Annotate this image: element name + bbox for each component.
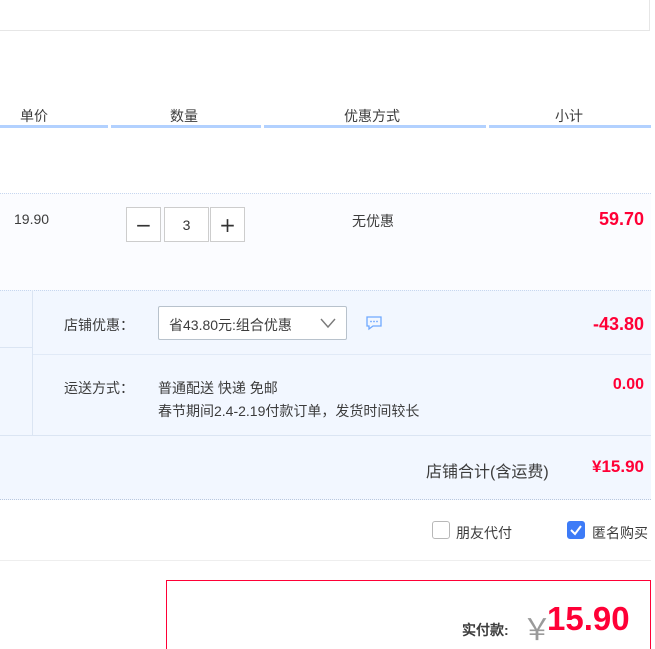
header-underline-price	[0, 125, 108, 128]
options-divider	[0, 560, 651, 561]
increase-quantity-button[interactable]: +	[210, 207, 245, 242]
promo-divider-vertical	[32, 290, 33, 435]
friend-pay-label[interactable]: 朋友代付	[456, 523, 512, 543]
shipping-label: 运送方式：	[64, 380, 134, 396]
item-unit-price: 19.90	[14, 211, 50, 227]
anonymous-checkbox[interactable]	[567, 521, 585, 539]
shop-promo-label: 店铺优惠：	[64, 317, 134, 333]
header-quantity-label: 数量	[170, 108, 198, 124]
friend-pay-checkbox[interactable]	[432, 521, 450, 539]
order-item-row	[0, 193, 651, 290]
top-input-box	[0, 0, 650, 31]
shop-total-section	[0, 435, 651, 500]
shipping-notice: 春节期间2.4-2.19付款订单，发货时间较长	[158, 403, 420, 419]
payment-label: 实付款:	[462, 622, 509, 638]
shop-promo-select[interactable]: 省43.80元:组合优惠	[158, 306, 347, 340]
anonymous-label[interactable]: 匿名购买	[592, 523, 648, 543]
decrease-quantity-button[interactable]: −	[126, 207, 161, 242]
shop-total-amount: ¥15.90	[592, 457, 644, 476]
shop-total-label: 店铺合计(含运费)	[426, 464, 549, 481]
quantity-input[interactable]	[164, 207, 209, 242]
promo-divider-tick	[0, 347, 32, 348]
checkmark-icon	[570, 525, 582, 536]
header-discount-method-label: 优惠方式	[344, 108, 400, 124]
message-icon[interactable]	[365, 315, 383, 331]
payment-amount: 15.90	[547, 600, 630, 637]
item-discount: 无优惠	[352, 213, 394, 229]
header-subtotal-label: 小计	[555, 108, 583, 124]
shipping-amount: 0.00	[612, 376, 644, 393]
shipping-method: 普通配送 快递 免邮	[158, 380, 278, 396]
header-underline-discount	[264, 125, 486, 128]
header-underline-subtotal	[489, 125, 651, 128]
promo-divider-horizontal	[33, 354, 651, 355]
shop-promo-amount: -43.80	[592, 314, 644, 334]
item-subtotal: 59.70	[598, 209, 644, 229]
shop-promo-selected: 省43.80元:组合优惠	[169, 317, 292, 333]
chevron-down-icon	[320, 318, 336, 329]
header-unit-price-label: 单价	[20, 108, 48, 124]
header-underline-quantity	[111, 125, 261, 128]
